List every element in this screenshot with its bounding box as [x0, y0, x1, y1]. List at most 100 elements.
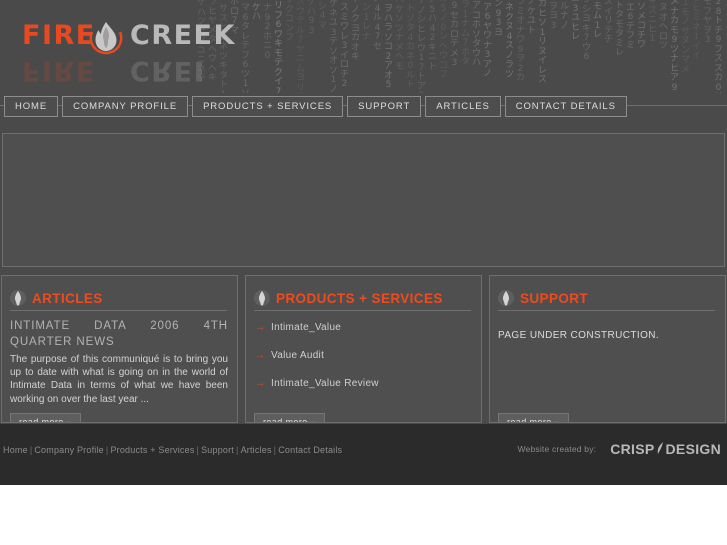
read-more-label: read more: [19, 417, 64, 423]
panel-articles-title: ARTICLES: [32, 290, 103, 306]
matrix-rain-column: ケ ハ 9 3: [306, 0, 316, 36]
article-headline[interactable]: INTIMATE DATA 2006 4TH QUARTER NEWS: [10, 318, 228, 350]
product-link-item[interactable]: → Intimate_Value: [254, 322, 472, 333]
read-more-button-support[interactable]: read more»: [498, 413, 570, 423]
site-header: ケ ハ ツ ヤ マ ユ ニ ネ テ ラ ヒ ヤ メ タ ヘ ウ ヘ キ サ ス …: [0, 0, 727, 93]
matrix-rain-column: ケ ネ ユ 3 テ ソ オ ソ 1 ノ: [328, 0, 338, 93]
read-more-arrow-icon: »: [66, 417, 73, 423]
nav-item-company-profile[interactable]: COMPANY PROFILE: [62, 96, 189, 117]
footer-link[interactable]: Articles: [241, 445, 272, 455]
matrix-rain-column: ノ ケ ユ ト: [526, 0, 536, 36]
nav-item-contact-details[interactable]: CONTACT DETAILS: [504, 96, 627, 117]
matrix-rain-column: キ ス ニ ヒ 1: [647, 0, 657, 44]
matrix-rain-column: メ ナ カ モ 9 ツ ナ ヒ ア 9: [669, 0, 679, 93]
matrix-rain-column: ミ ケ ハ: [251, 0, 261, 22]
matrix-rain-column: ヌ オ ヘ ロ ツ: [658, 3, 668, 51]
panel-products-services: PRODUCTS + SERVICES → Intimate_Value → Valu…: [245, 275, 482, 423]
matrix-rain-column: 7 ノ ク ヨ カ オ キ: [350, 0, 360, 62]
nav-item-support[interactable]: SUPPORT: [347, 96, 422, 117]
panel-support: SUPPORT PAGE UNDER CONSTRUCTION. read mo…: [489, 275, 726, 423]
matrix-rain-column: ン 1 レ ナ: [361, 3, 371, 42]
nav-item-products-services[interactable]: PRODUCTS + SERVICES: [192, 96, 344, 117]
matrix-rain-column: ヤ ノ シ ヒ レ ウ 1 7 ト ア 2: [416, 0, 426, 93]
matrix-rain-column: ト ソ タ 4 カ ネ 0 ル ト: [405, 4, 415, 90]
panel-articles-header: ARTICLES: [2, 276, 237, 313]
product-link-label: Intimate_Value Review: [271, 378, 379, 389]
flame-icon: [498, 290, 514, 306]
site-logo[interactable]: FIRE CREEK: [22, 20, 234, 62]
read-more-button-products[interactable]: read more»: [254, 413, 326, 423]
logo-reflection-creek: CREEK: [130, 60, 202, 86]
matrix-rain-column: ス イ リ テ チ: [603, 0, 613, 45]
banner-placeholder[interactable]: [2, 133, 725, 267]
panel-products-title: PRODUCTS + SERVICES: [276, 290, 443, 306]
arrow-right-icon: →: [255, 322, 266, 333]
credit-label: Website created by:: [517, 444, 597, 454]
article-excerpt: The purpose of this communiqué is to bri…: [10, 354, 228, 405]
matrix-rain-column: ヲ ハ ラ ソ コ 2 ア オ 5: [383, 4, 393, 90]
panel-support-body: PAGE UNDER CONSTRUCTION.: [498, 318, 716, 422]
matrix-rain-column: ハ ケ ソ ツ ナ メ ヘ モ: [394, 0, 404, 72]
product-link-label: Value Audit: [271, 350, 325, 361]
product-link-list: → Intimate_Value → Value Audit → Intimate_Val…: [254, 318, 472, 389]
matrix-rain-column: カ ヒ ソ 1 リ ヌ イ レ ス: [537, 0, 547, 85]
arrow-right-icon: →: [255, 378, 266, 389]
matrix-rain-column: ラ ミ オ ナ ワ 9 ヲ 2 カ: [515, 0, 525, 83]
matrix-rain-column: ス ミ ワ レ 3 イ ロ チ 2: [339, 3, 349, 89]
logo-text-fire: FIRE: [22, 20, 96, 51]
footer-link[interactable]: Home: [3, 445, 28, 455]
panel-products-header: PRODUCTS + SERVICES: [246, 276, 481, 313]
matrix-rain-column: ヒ シ 4 マ: [317, 0, 327, 31]
nav-item-articles[interactable]: ARTICLES: [425, 96, 501, 117]
product-link-item[interactable]: → Value Audit: [254, 350, 472, 361]
matrix-rain-column: 1 モ ノ サ ヌ ン マ メ: [680, 0, 690, 75]
matrix-rain-column: リ フ 6 ワ キ モ テ ク イ 7 ホ: [273, 1, 283, 93]
panel-divider: [254, 310, 471, 311]
matrix-rain-column: 9 セ カ ロ テ メ 3: [449, 1, 459, 68]
footer-link[interactable]: Support: [201, 445, 234, 455]
matrix-rain-column: ト モ ム 1 レ: [592, 0, 602, 40]
panel-divider: [10, 310, 227, 311]
footer-link[interactable]: Company Profile: [34, 445, 104, 455]
read-more-arrow-icon: »: [554, 417, 561, 423]
matrix-rain-column: ニ 3 ユ ヒ レ: [570, 0, 580, 42]
matrix-rain-column: ワ ク コ ン フ: [284, 0, 294, 43]
panel-articles-body: INTIMATE DATA 2006 4TH QUARTER NEWS The …: [10, 318, 228, 422]
matrix-rain-column: 0 エ 6 テ フ ミ: [625, 0, 635, 51]
logo-reflection-fire: FIRE: [22, 60, 96, 86]
logo-text-creek: CREEK: [130, 20, 236, 51]
matrix-rain-column: 1 ル ナ ノ: [559, 0, 569, 31]
site-footer: Home | Company Profile | Products + Services…: [0, 424, 727, 485]
matrix-rain-column: ネ ク ヌ 4 ス ノ ラ ツ: [504, 3, 514, 80]
footer-link-separator: |: [273, 445, 277, 455]
footer-link-list: Home | Company Profile | Products + Services…: [3, 445, 342, 455]
matrix-rain-column: チ ヲ ヨ 3: [548, 0, 558, 31]
panel-products-body: → Intimate_Value → Value Audit → Intimate_Val…: [254, 318, 472, 422]
matrix-rain-column: ラ 1 ナ ム 7 ホ タ: [460, 0, 470, 67]
logo-reflection: FIRE CREEK: [22, 60, 202, 86]
main-navigation: HOME COMPANY PROFILE PRODUCTS + SERVICES SU…: [0, 93, 727, 121]
panel-support-header: SUPPORT: [490, 276, 725, 313]
matrix-rain-column: ン 9 3 ヨ: [493, 0, 503, 38]
credit-design-text: DESIGN: [665, 441, 721, 457]
panel-support-title: SUPPORT: [520, 290, 589, 306]
page-root: ケ ハ ツ ヤ マ ユ ニ ネ テ ラ ヒ ヤ メ タ ヘ ウ ヘ キ サ ス …: [0, 0, 727, 545]
footer-link-separator: |: [236, 445, 239, 455]
footer-link[interactable]: Products + Services: [110, 445, 194, 455]
crisp-design-logo[interactable]: CRISP DESIGN: [610, 441, 721, 457]
credit-crisp-text: CRISP: [610, 441, 655, 457]
read-more-button-articles[interactable]: read more»: [10, 413, 82, 423]
footer-link[interactable]: Contact Details: [278, 445, 342, 455]
read-more-label: read more: [507, 417, 552, 423]
nav-item-home[interactable]: HOME: [4, 96, 59, 117]
matrix-rain-column: ス ウ テ ル 7 ヤ ニ ム ヨ リ ユ: [295, 0, 305, 93]
matrix-rain-column: レ ア 6 ヤ ワ ナ 3 ア ノ: [482, 0, 492, 79]
panel-divider: [498, 310, 715, 311]
matrix-rain-column: ア コ ホ ソ タ ウ ハ: [471, 1, 481, 68]
panel-articles: ARTICLES INTIMATE DATA 2006 4TH QUARTER …: [1, 275, 238, 423]
nav-item-list: HOME COMPANY PROFILE PRODUCTS + SERVICES SU…: [4, 96, 627, 117]
matrix-rain-column: モ フ ヤ ヲ 3: [702, 0, 712, 45]
product-link-item[interactable]: → Intimate_Value Review: [254, 378, 472, 389]
arrow-right-icon: →: [255, 350, 266, 361]
read-more-arrow-icon: »: [310, 417, 317, 423]
